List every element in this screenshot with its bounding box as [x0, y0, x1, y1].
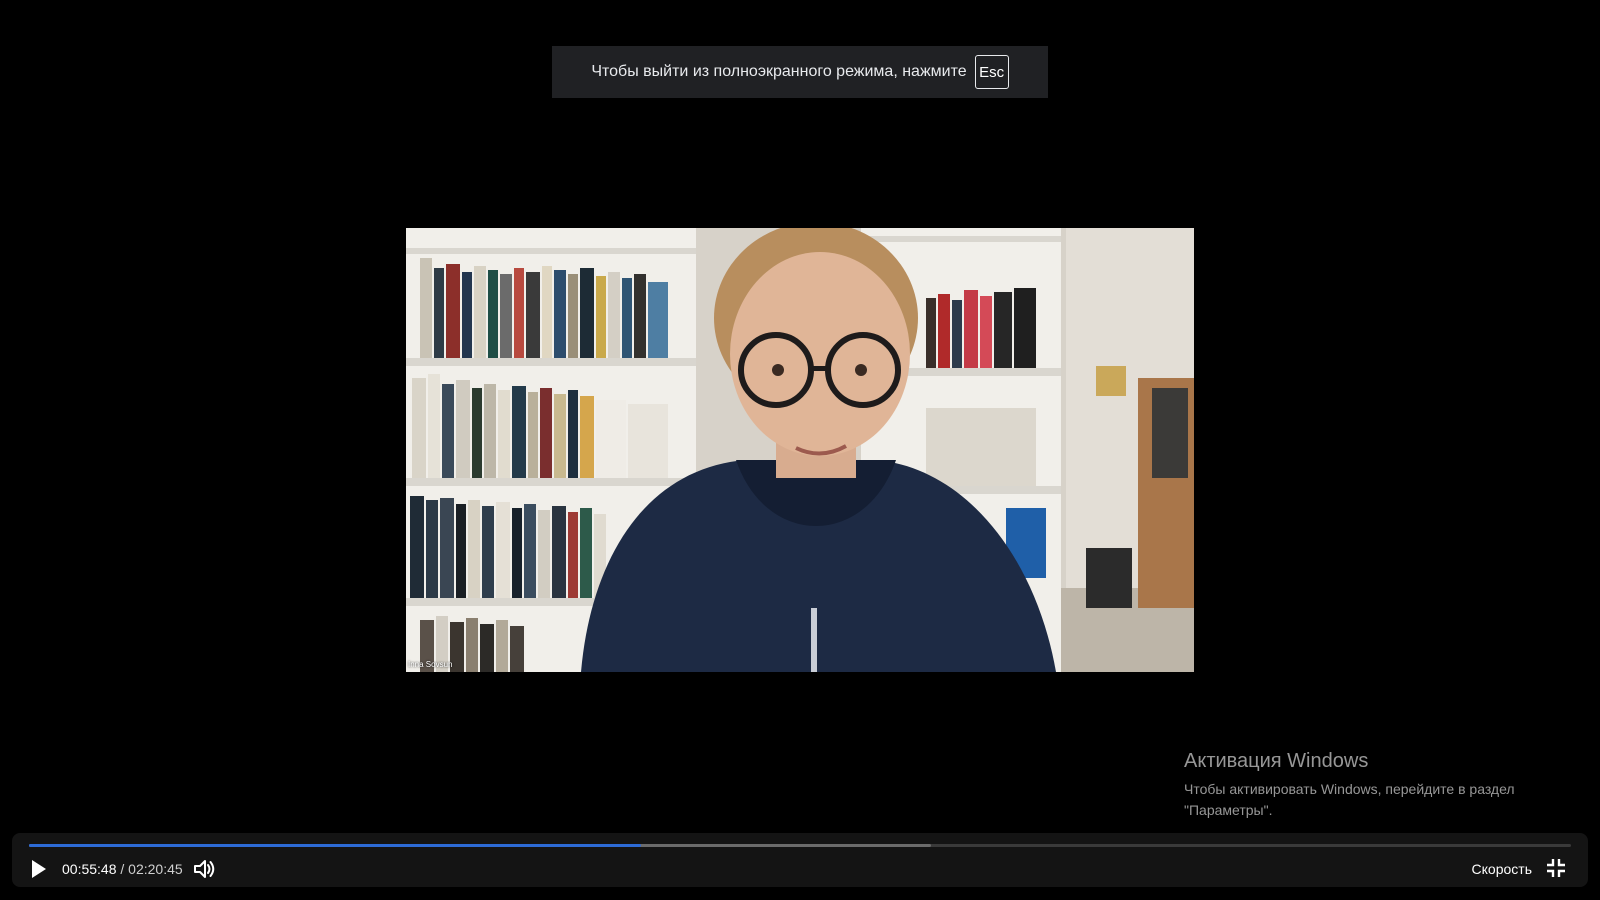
fullscreen-exit-notice: Чтобы выйти из полноэкранного режима, на… [552, 46, 1048, 98]
watermark-title: Активация Windows [1184, 750, 1369, 772]
time-separator: / [120, 861, 125, 877]
volume-button[interactable] [192, 858, 216, 880]
progress-bar[interactable] [29, 844, 1571, 847]
exit-fullscreen-icon [1547, 859, 1565, 877]
esc-key-hint: Esc [974, 55, 1009, 89]
played-range [29, 844, 642, 847]
speed-button[interactable]: Скорость [1472, 861, 1532, 877]
fullscreen-notice-text: Чтобы выйти из полноэкранного режима, на… [591, 63, 967, 80]
video-picture [406, 228, 1194, 672]
video-frame[interactable]: Inna Sovsun [406, 228, 1194, 672]
watermark-body: Чтобы активировать Windows, перейдите в … [1184, 781, 1515, 818]
current-time: 00:55:48 [62, 861, 117, 877]
exit-fullscreen-button[interactable] [1546, 858, 1566, 878]
fullscreen-player: Чтобы выйти из полноэкранного режима, на… [0, 0, 1600, 900]
controls-row: 00:55:48 / 02:20:45 Скорость [12, 855, 1588, 883]
participant-name-label: Inna Sovsun [408, 660, 453, 669]
player-controls: 00:55:48 / 02:20:45 Скорость [12, 833, 1588, 887]
play-button[interactable] [26, 857, 50, 881]
play-icon [32, 860, 46, 878]
total-duration: 02:20:45 [128, 861, 183, 877]
time-display: 00:55:48 / 02:20:45 [62, 861, 183, 877]
volume-icon [194, 860, 215, 878]
windows-activation-watermark: Активация Windows Чтобы активировать Win… [1184, 750, 1554, 821]
